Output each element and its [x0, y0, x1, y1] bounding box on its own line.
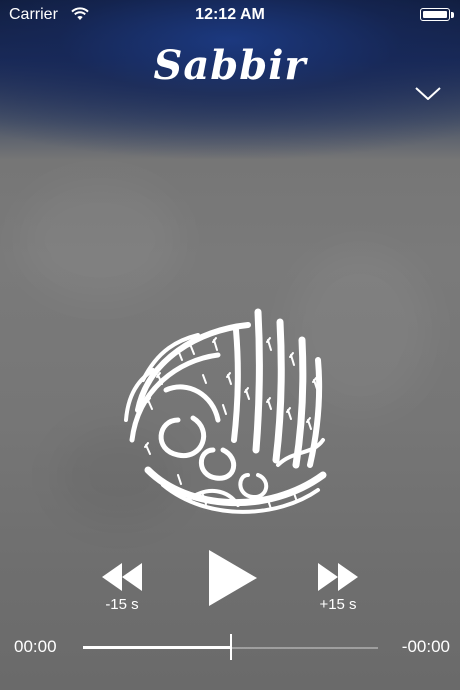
play-icon[interactable]: [205, 548, 259, 608]
now-playing-screen: Carrier 12:12 AM Sabbir -15 s +15 s 00:0…: [0, 0, 460, 690]
status-time: 12:12 AM: [195, 6, 265, 23]
battery-full-icon: [420, 8, 450, 21]
status-bar: Carrier 12:12 AM: [0, 0, 460, 30]
battery-tip: [451, 12, 454, 18]
reciter-title: Sabbir: [153, 42, 307, 89]
remaining-time: -00:00: [401, 637, 450, 656]
rewind-label: -15 s: [105, 596, 139, 613]
chevron-down-icon[interactable]: [414, 84, 442, 102]
rewind-icon[interactable]: [100, 561, 144, 593]
progress-fill: [83, 646, 231, 649]
background-blur: [20, 180, 180, 300]
fast-forward-icon[interactable]: [316, 561, 360, 593]
quran-calligraphy-logo: [124, 308, 327, 514]
forward-label: +15 s: [319, 596, 357, 613]
progress-scrubber[interactable]: [230, 634, 232, 660]
elapsed-time: 00:00: [14, 637, 57, 656]
